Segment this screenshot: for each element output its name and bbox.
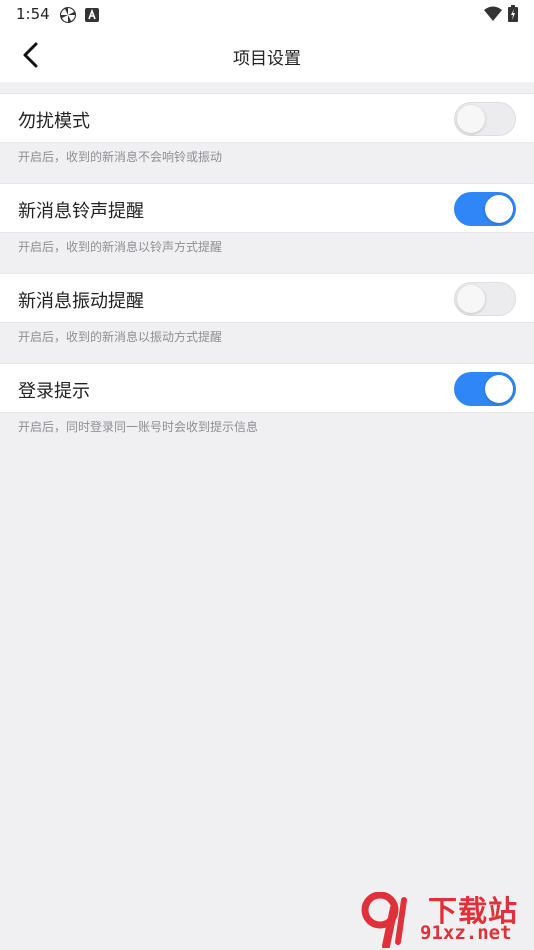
app-a-icon: [85, 7, 99, 26]
setting-hint: 开启后，收到的新消息以铃声方式提醒: [18, 240, 223, 254]
status-bar: 1:54: [0, 0, 534, 30]
ringtone-alert-toggle[interactable]: [454, 192, 516, 226]
wifi-icon: [484, 6, 502, 25]
do-not-disturb-toggle[interactable]: [454, 102, 516, 136]
setting-row-do-not-disturb: 勿扰模式: [0, 93, 534, 143]
page-title: 项目设置: [233, 49, 301, 69]
setting-label: 勿扰模式: [18, 111, 90, 132]
setting-label: 新消息振动提醒: [18, 291, 144, 312]
toggle-knob: [485, 375, 513, 403]
setting-hint: 开启后，收到的新消息以振动方式提醒: [18, 330, 223, 344]
setting-row-vibration-alert: 新消息振动提醒: [0, 273, 534, 323]
pinwheel-icon: [59, 6, 77, 28]
setting-label: 登录提示: [18, 381, 90, 402]
toggle-knob: [457, 285, 485, 313]
watermark: 下载站 91xz.net: [358, 888, 530, 948]
status-time: 1:54: [16, 5, 50, 23]
setting-row-login-prompt: 登录提示: [0, 363, 534, 413]
watermark-logo: [361, 892, 407, 948]
setting-hint: 开启后，收到的新消息不会响铃或振动: [18, 150, 223, 164]
setting-label: 新消息铃声提醒: [18, 201, 144, 222]
login-prompt-toggle[interactable]: [454, 372, 516, 406]
watermark-domain: 91xz.net: [420, 922, 512, 944]
toggle-knob: [457, 105, 485, 133]
battery-charging-icon: [508, 5, 518, 26]
app-header: 项目设置: [0, 30, 534, 82]
toggle-knob: [485, 195, 513, 223]
vibration-alert-toggle[interactable]: [454, 282, 516, 316]
setting-row-ringtone-alert: 新消息铃声提醒: [0, 183, 534, 233]
setting-hint: 开启后，同时登录同一账号时会收到提示信息: [18, 420, 259, 434]
